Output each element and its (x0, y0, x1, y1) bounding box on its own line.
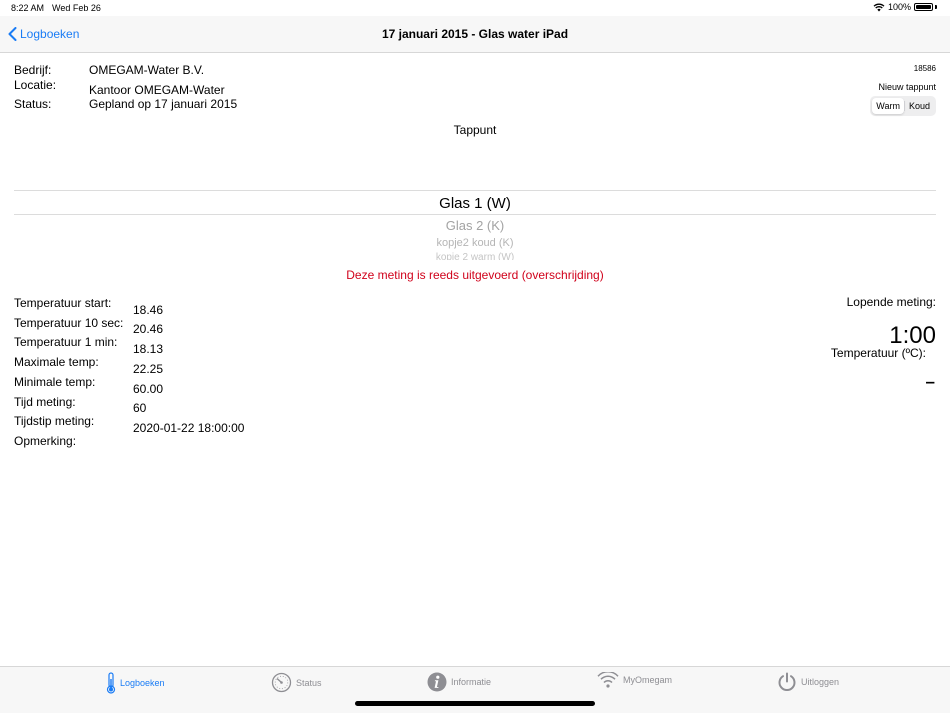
warning-message: Deze meting is reeds uitgevoerd (oversch… (346, 268, 604, 282)
company-value: OMEGAM-Water B.V. (89, 63, 205, 77)
measurement-value: 60.00 (133, 382, 164, 396)
gauge-icon (271, 672, 292, 693)
picker-option[interactable]: kopje 2 warm (W) (0, 252, 950, 260)
tab-label: Logboeken (120, 678, 165, 688)
warm-cold-segmented-control: Warm Koud (870, 96, 936, 116)
wifi-icon (597, 672, 619, 688)
measurement-label: Temperatuur start: (14, 296, 112, 310)
measurement-value: 2020-01-22 18:00:00 (133, 421, 245, 435)
picker-option[interactable]: Glas 2 (K) (0, 218, 950, 233)
status-time: 8:22 AM (11, 3, 45, 13)
measurement-label: Temperatuur 1 min: (14, 335, 118, 349)
running-label: Lopende meting: (846, 295, 936, 309)
measurement-label: Opmerking: (14, 434, 77, 448)
tab-myomegam[interactable]: MyOmegam (597, 672, 672, 688)
status-value: Gepland op 17 januari 2015 (89, 97, 238, 111)
tab-label: Uitloggen (801, 677, 840, 687)
power-icon (778, 672, 796, 691)
measurement-label: Tijdstip meting: (14, 414, 95, 428)
tappunt-label: Tappunt (453, 123, 497, 137)
location-label: Locatie: (14, 78, 57, 92)
battery-percent: 100% (887, 2, 911, 12)
picker-bottom-line (14, 214, 936, 215)
tab-uitloggen[interactable]: Uitloggen (777, 672, 839, 692)
company-label: Bedrijf: (14, 63, 52, 77)
page-title: 17 januari 2015 - Glas water iPad (381, 27, 569, 41)
measurement-value: 20.46 (133, 322, 164, 336)
picker-option-selected[interactable]: Glas 1 (W) (0, 195, 950, 212)
measurement-label: Tijd meting: (14, 395, 76, 409)
temperature-value: – (925, 372, 935, 391)
status-label: Status: (14, 97, 52, 111)
wifi-status-icon (873, 3, 885, 11)
location-value: Kantoor OMEGAM-Water (89, 83, 225, 97)
segment-warm[interactable]: Warm (872, 98, 904, 114)
measurement-value: 18.13 (133, 342, 164, 356)
new-tap-label: Nieuw tappunt (878, 82, 936, 92)
measurement-value: 22.25 (133, 362, 164, 376)
home-indicator[interactable] (355, 701, 595, 706)
tab-status[interactable]: Status (271, 672, 322, 693)
tab-label: MyOmegam (623, 675, 673, 685)
measurement-value: 18.46 (133, 303, 164, 317)
record-id: 18586 (913, 64, 936, 73)
thermometer-icon (106, 672, 116, 694)
battery-cap (935, 5, 937, 9)
tab-informatie[interactable]: Informatie (427, 672, 491, 692)
tab-label: Status (296, 677, 322, 688)
measurement-label: Temperatuur 10 sec: (14, 316, 124, 330)
battery-icon (914, 3, 933, 11)
tab-label: Informatie (451, 677, 492, 687)
temperature-label: Temperatuur (ºC): (830, 346, 926, 360)
segment-cold[interactable]: Koud (905, 98, 934, 114)
measurement-value: 60 (133, 401, 147, 415)
measurement-label: Minimale temp: (14, 375, 96, 389)
measurement-label: Maximale temp: (14, 355, 99, 369)
picker-option[interactable]: kopje2 koud (K) (0, 237, 950, 249)
status-indicators: 100% (873, 2, 937, 12)
status-date: Wed Feb 26 (52, 3, 101, 13)
tab-logboeken[interactable]: Logboeken (106, 672, 165, 694)
info-icon (427, 672, 447, 692)
picker-top-line (14, 190, 936, 191)
